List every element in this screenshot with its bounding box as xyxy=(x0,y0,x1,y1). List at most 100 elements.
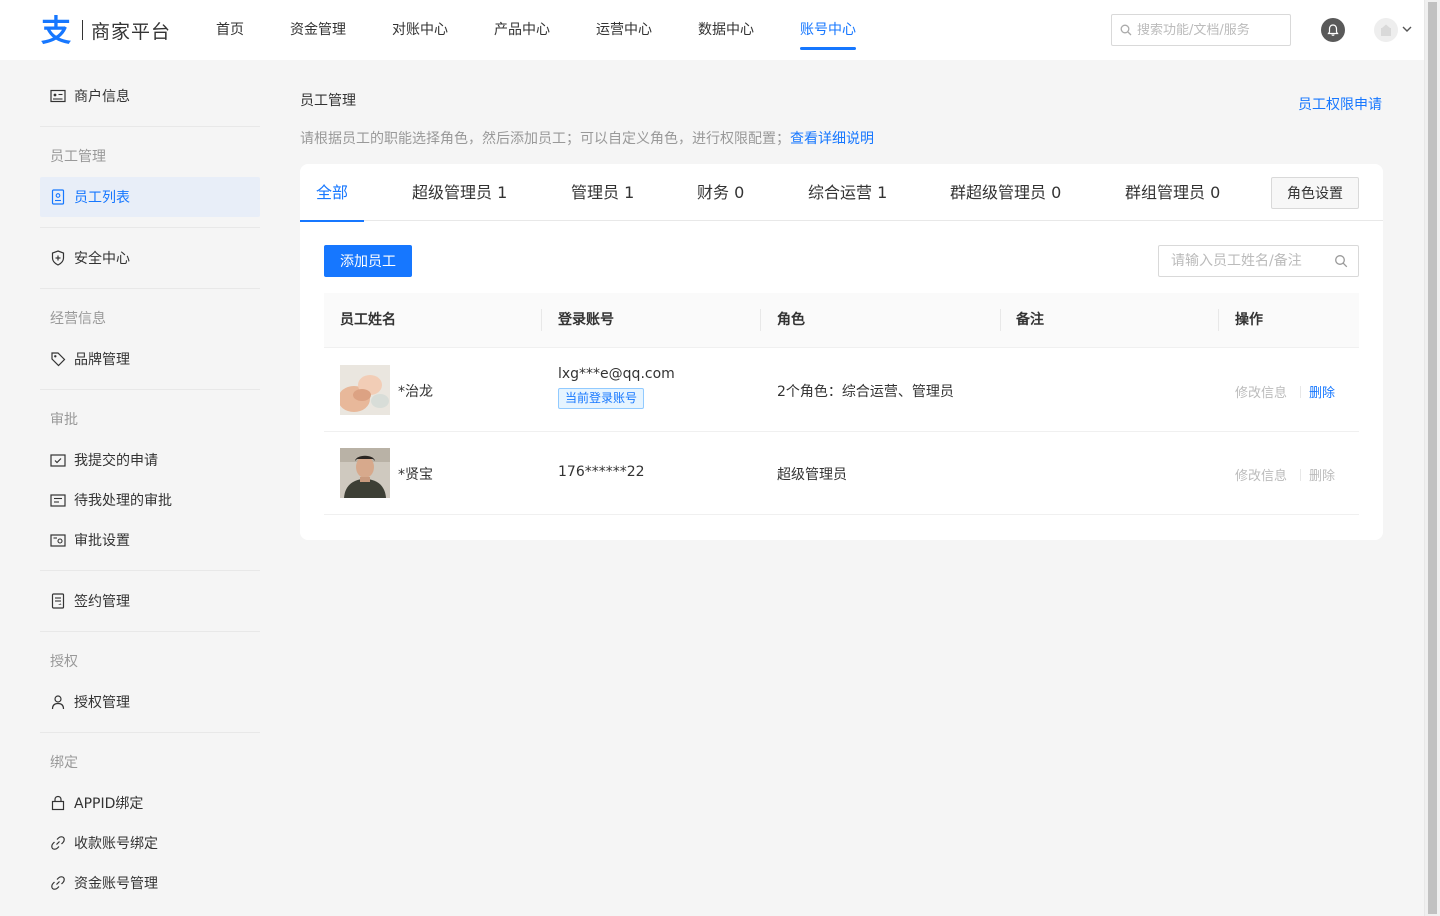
column-header-role: 角色 xyxy=(777,312,805,328)
alipay-logo-icon: 支 xyxy=(41,15,71,45)
sidebar-item-approval-settings[interactable]: 审批设置 xyxy=(40,520,260,560)
sidebar-item-label: 签约管理 xyxy=(74,594,130,610)
sidebar-item-merchant-info[interactable]: 商户信息 xyxy=(40,76,260,116)
global-search-input[interactable] xyxy=(1137,22,1287,38)
sidebar-item-security[interactable]: 安全中心 xyxy=(40,238,260,278)
user-avatar-icon xyxy=(1381,24,1391,36)
staff-search-input[interactable] xyxy=(1171,253,1331,269)
tab-admin[interactable]: 管理员 1 xyxy=(571,164,634,221)
sidebar-item-label: 我提交的申请 xyxy=(74,453,158,469)
sidebar-item-contracts[interactable]: 签约管理 xyxy=(40,581,260,621)
edit-info-button[interactable]: 修改信息 xyxy=(1235,382,1287,401)
table-row: *治龙 lxg***e@qq.com 当前登录账号 2个角色：综合运营、管理员 … xyxy=(324,348,1359,432)
sidebar-item-brand[interactable]: 品牌管理 xyxy=(40,339,260,379)
settings-card-icon xyxy=(50,532,66,548)
sidebar-divider xyxy=(40,126,260,127)
tab-finance[interactable]: 财务 0 xyxy=(697,164,744,221)
top-header: 支 商家平台 首页 资金管理 对账中心 产品中心 运营中心 数据中心 账号中心 xyxy=(0,0,1424,60)
tab-group-admin[interactable]: 群组管理员 0 xyxy=(1125,164,1220,221)
sidebar-item-auth-mgmt[interactable]: 授权管理 xyxy=(40,682,260,722)
action-separator xyxy=(1300,386,1301,398)
tag-icon xyxy=(50,351,66,367)
tab-label: 管理员 xyxy=(571,183,620,202)
staff-account: lxg***e@qq.com xyxy=(558,366,675,382)
column-separator xyxy=(541,309,542,331)
sidebar-item-label: 品牌管理 xyxy=(74,352,130,368)
sidebar-item-appid-binding[interactable]: APPID绑定 xyxy=(40,783,260,823)
sidebar-item-staff-list[interactable]: 员工列表 xyxy=(40,177,260,217)
column-header-account: 登录账号 xyxy=(558,312,614,328)
staff-table: 员工姓名 登录账号 角色 备注 操作 *治龙 lxg***e@qq.com 当前… xyxy=(324,293,1359,515)
tab-count: 0 xyxy=(734,183,745,202)
column-separator xyxy=(760,309,761,331)
staff-permission-request-link[interactable]: 员工权限申请 xyxy=(1298,94,1382,114)
chevron-down-icon[interactable] xyxy=(1401,23,1413,35)
logo-divider xyxy=(82,20,83,40)
sidebar-item-pending-approvals[interactable]: 待我处理的审批 xyxy=(40,480,260,520)
table-header: 员工姓名 登录账号 角色 备注 操作 xyxy=(324,293,1359,348)
user-icon xyxy=(50,694,66,710)
nav-operations[interactable]: 运营中心 xyxy=(596,0,652,60)
sidebar-group-binding: 绑定 xyxy=(50,755,78,771)
sidebar-item-label: 员工列表 xyxy=(74,190,130,206)
user-avatar[interactable] xyxy=(1374,18,1398,42)
sidebar-group-business: 经营信息 xyxy=(50,311,106,327)
tab-count: 1 xyxy=(497,183,508,202)
platform-name: 商家平台 xyxy=(91,20,172,43)
notification-bell[interactable] xyxy=(1321,18,1345,42)
link-icon xyxy=(50,875,66,891)
nav-funds[interactable]: 资金管理 xyxy=(290,0,346,60)
tab-label: 财务 xyxy=(697,183,730,202)
sidebar-item-label: APPID绑定 xyxy=(74,796,144,812)
delete-button[interactable]: 删除 xyxy=(1309,382,1335,401)
sidebar-divider xyxy=(40,732,260,733)
add-staff-button[interactable]: 添加员工 xyxy=(324,245,412,277)
tab-label: 综合运营 xyxy=(808,183,873,202)
staff-name: *贤宝 xyxy=(398,467,433,483)
sidebar-divider xyxy=(40,227,260,228)
page-scrollbar[interactable] xyxy=(1424,0,1440,916)
bell-icon xyxy=(1327,24,1339,36)
tab-label: 群超级管理员 xyxy=(950,183,1047,202)
tab-super-admin[interactable]: 超级管理员 1 xyxy=(412,164,507,221)
edit-info-button[interactable]: 修改信息 xyxy=(1235,465,1287,484)
tab-all[interactable]: 全部 xyxy=(299,164,365,222)
sidebar-item-label: 安全中心 xyxy=(74,251,130,267)
tab-operations[interactable]: 综合运营 1 xyxy=(808,164,887,221)
nav-data[interactable]: 数据中心 xyxy=(698,0,754,60)
current-login-badge: 当前登录账号 xyxy=(558,388,645,409)
nav-products[interactable]: 产品中心 xyxy=(494,0,550,60)
nav-account[interactable]: 账号中心 xyxy=(800,0,856,60)
alipay-logo[interactable]: 支 商家平台 xyxy=(40,14,171,46)
action-separator xyxy=(1300,469,1301,481)
nav-home[interactable]: 首页 xyxy=(216,0,244,60)
sidebar-item-fund-account[interactable]: 资金账号管理 xyxy=(40,863,260,903)
inbox-icon xyxy=(50,492,66,508)
contract-icon xyxy=(50,593,66,609)
tab-count: 1 xyxy=(877,183,888,202)
table-row: *贤宝 176******22 超级管理员 修改信息 删除 xyxy=(324,432,1359,515)
person-photo xyxy=(340,448,390,498)
scrollbar-thumb[interactable] xyxy=(1428,2,1437,914)
sidebar-item-my-requests[interactable]: 我提交的申请 xyxy=(40,440,260,480)
staff-role: 2个角色：综合运营、管理员 xyxy=(777,384,954,400)
tab-count: 0 xyxy=(1051,183,1062,202)
global-search[interactable] xyxy=(1111,14,1291,46)
sidebar-group-auth: 授权 xyxy=(50,654,78,670)
document-user-icon xyxy=(50,189,66,205)
nav-reconciliation[interactable]: 对账中心 xyxy=(392,0,448,60)
search-icon[interactable] xyxy=(1334,254,1348,268)
staff-avatar xyxy=(340,365,390,415)
staff-card: 全部 超级管理员 1 管理员 1 财务 0 综合运营 1 群超级管理员 0 群组… xyxy=(299,164,1383,540)
sidebar-item-payee-binding[interactable]: 收款账号绑定 xyxy=(40,823,260,863)
staff-avatar xyxy=(340,448,390,498)
sidebar-item-label: 授权管理 xyxy=(74,695,130,711)
delete-button[interactable]: 删除 xyxy=(1309,465,1335,484)
role-settings-button[interactable]: 角色设置 xyxy=(1271,177,1359,209)
view-details-link[interactable]: 查看详细说明 xyxy=(790,131,874,147)
calendar-check-icon xyxy=(50,452,66,468)
sidebar-item-label: 收款账号绑定 xyxy=(74,836,158,852)
staff-search[interactable] xyxy=(1158,245,1359,277)
sidebar: 商户信息 员工管理 员工列表 安全中心 经营信息 品牌管理 审批 我提交的申请 … xyxy=(40,76,260,903)
tab-group-super-admin[interactable]: 群超级管理员 0 xyxy=(950,164,1061,221)
